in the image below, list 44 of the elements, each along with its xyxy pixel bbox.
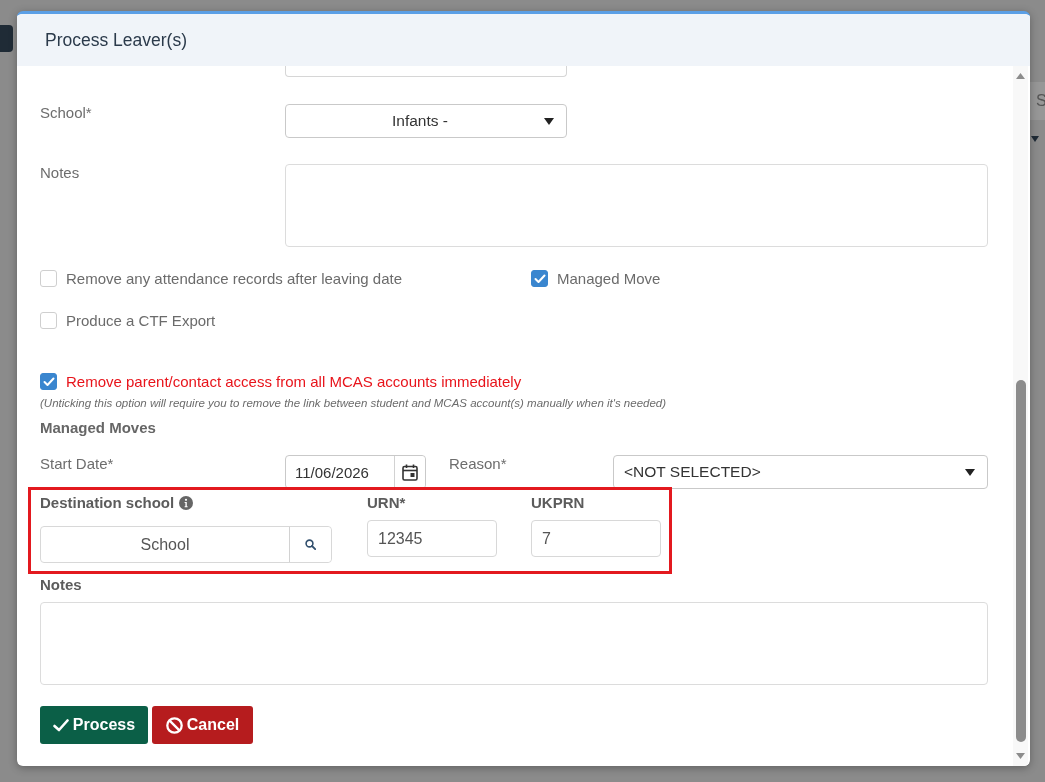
checkbox-label: Produce a CTF Export [66, 311, 216, 330]
urn-field[interactable]: 12345 [367, 520, 497, 557]
checkbox[interactable] [40, 270, 57, 287]
notes-field[interactable] [285, 164, 988, 247]
checkbox-label: Remove any attendance records after leaving date [66, 269, 403, 288]
field-label: UKPRN [531, 494, 586, 512]
field-label: Start Date* [40, 455, 115, 473]
process-button[interactable]: Process [40, 706, 148, 744]
checkbox[interactable] [40, 312, 57, 329]
caret-icon [965, 468, 975, 476]
scrollbar-thumb[interactable] [1015, 380, 1026, 742]
field-label: Reason* [449, 455, 508, 473]
checkbox[interactable] [531, 270, 548, 287]
dialog-title: Process Leaver(s) [45, 29, 187, 51]
ukprn-field[interactable]: 7 [531, 520, 661, 557]
check-icon [52, 718, 69, 732]
checkbox-label: Managed Move [557, 269, 661, 288]
notes-field[interactable] [40, 602, 988, 685]
search-icon [305, 539, 316, 550]
calendar-button[interactable] [394, 456, 425, 488]
input-field[interactable] [285, 66, 567, 77]
search-button[interactable] [289, 527, 331, 562]
field-label: URN* [367, 494, 407, 512]
caret-icon [544, 117, 554, 125]
caret-icon [1031, 136, 1039, 142]
field-label: Notes [40, 164, 81, 182]
reason-select[interactable]: <NOT SELECTED> [613, 455, 988, 489]
date-field[interactable]: 11/06/2026 [285, 455, 426, 489]
field-label: Notes [40, 576, 83, 594]
info-icon [179, 496, 194, 510]
school-search-field[interactable]: School [40, 526, 332, 563]
school-select[interactable]: Infants - [285, 104, 567, 138]
checkbox[interactable] [40, 373, 57, 390]
cancel-button[interactable]: Cancel [152, 706, 253, 744]
calendar-icon [402, 463, 418, 481]
scrollbar[interactable] [1013, 66, 1028, 766]
checkbox-label: Remove parent/contact access from all MCAS accounts immediately [66, 372, 522, 391]
field-label: School* [40, 104, 93, 122]
scroll-up-icon[interactable] [1016, 73, 1025, 79]
section-heading: Managed Moves [40, 419, 157, 437]
field-label: Destination school [40, 494, 175, 512]
ban-icon [165, 716, 183, 734]
scroll-down-icon[interactable] [1016, 753, 1025, 759]
hint-text: (Unticking this option will require you to remove the link between student and MCAS account(s) manually when it's needed) [40, 396, 668, 410]
